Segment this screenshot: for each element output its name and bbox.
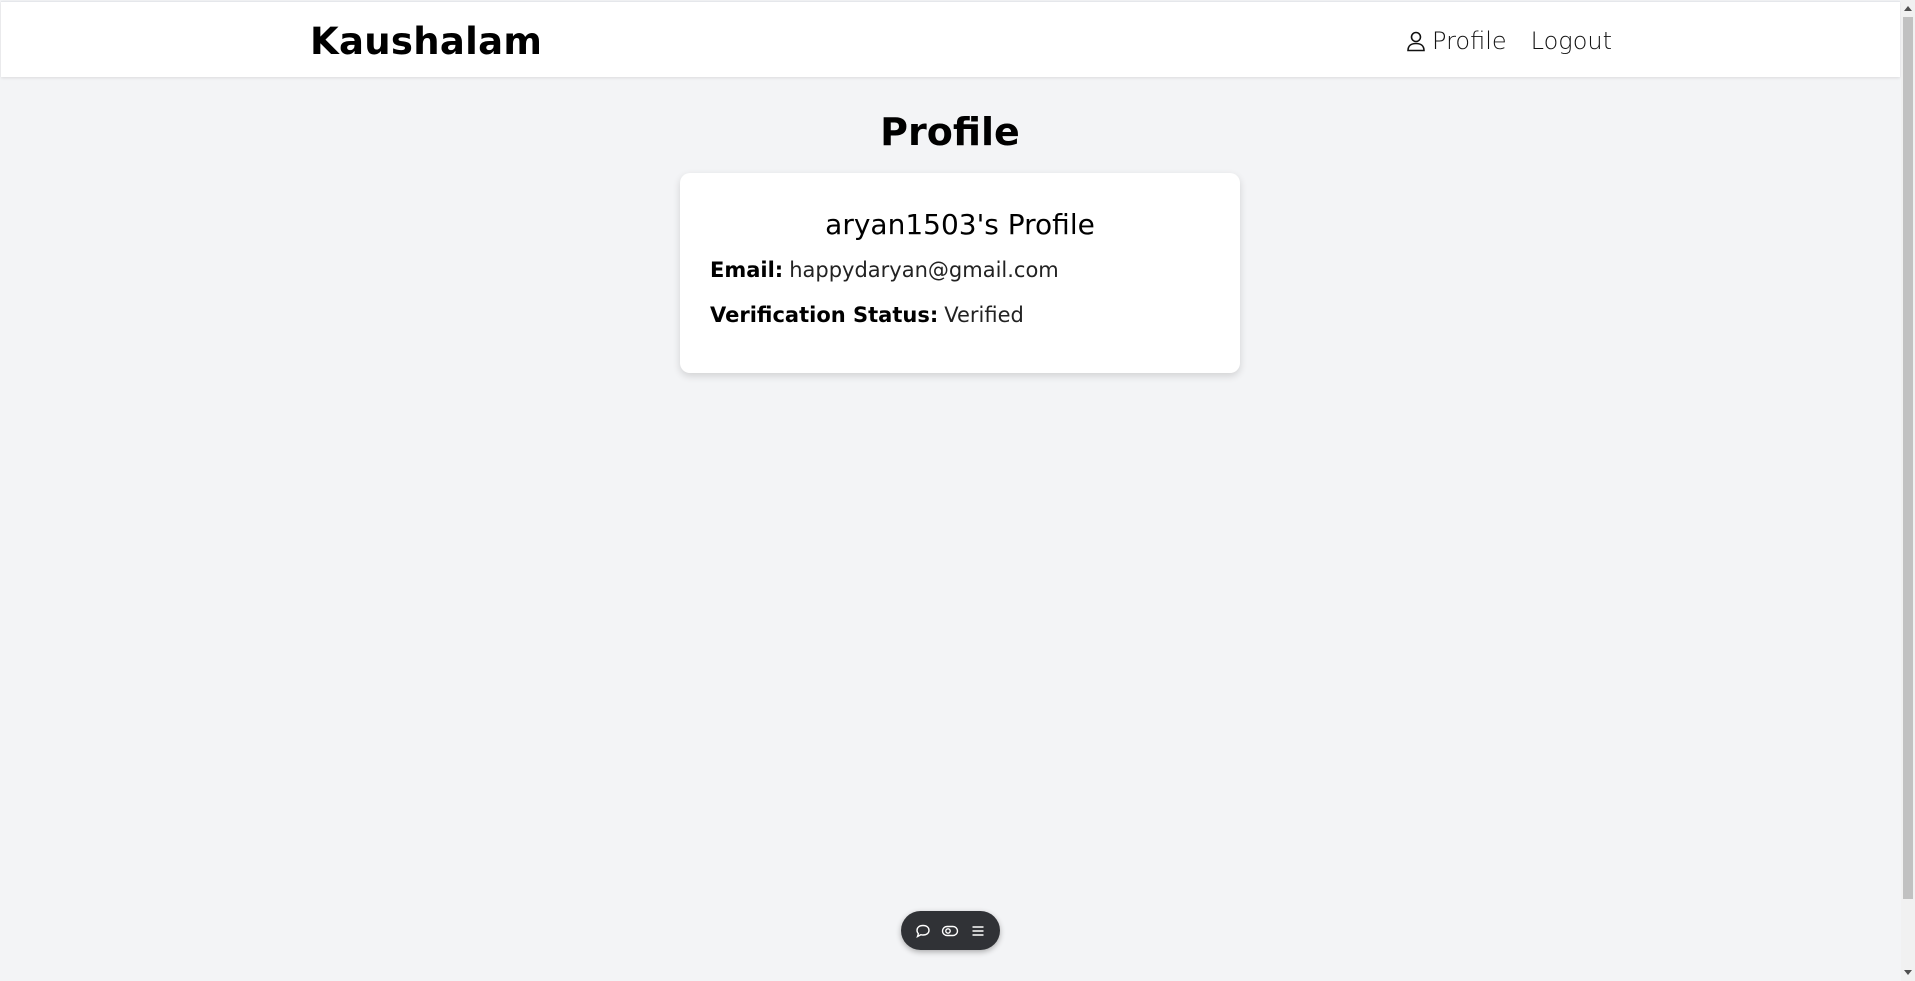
scroll-down-arrow-icon[interactable]	[1904, 970, 1912, 975]
page-title: Profile	[880, 110, 1020, 154]
nav-profile-link[interactable]: Profile	[1406, 26, 1507, 56]
verification-status-row: Verification Status: Verified	[710, 301, 1024, 329]
nav-logout-link[interactable]: Logout	[1531, 26, 1612, 56]
menu-icon[interactable]	[967, 920, 989, 942]
nav-logout-label: Logout	[1530, 27, 1612, 55]
verification-status-label: Verification Status:	[710, 303, 939, 327]
brand-logo-text[interactable]: Kaushalam	[310, 20, 542, 64]
top-navbar: Kaushalam Profile Logout	[1, 1, 1900, 77]
eye-toggle-icon[interactable]	[939, 920, 961, 942]
verification-status-value: Verified	[944, 303, 1024, 327]
user-icon	[1406, 30, 1426, 52]
scrollbar-thumb[interactable]	[1903, 17, 1913, 899]
email-row: Email: happydaryan@gmail.com	[710, 256, 1059, 284]
nav-profile-label: Profile	[1432, 27, 1507, 55]
email-label: Email:	[710, 258, 784, 282]
email-value: happydaryan@gmail.com	[789, 258, 1059, 282]
nav-links: Profile Logout	[1406, 26, 1612, 56]
profile-card-title: aryan1503's Profile	[825, 208, 1095, 241]
floating-toolbar	[901, 911, 1000, 950]
vertical-scrollbar[interactable]	[1901, 0, 1915, 981]
scroll-up-arrow-icon[interactable]	[1904, 6, 1912, 11]
chat-bubble-icon[interactable]	[912, 920, 934, 942]
